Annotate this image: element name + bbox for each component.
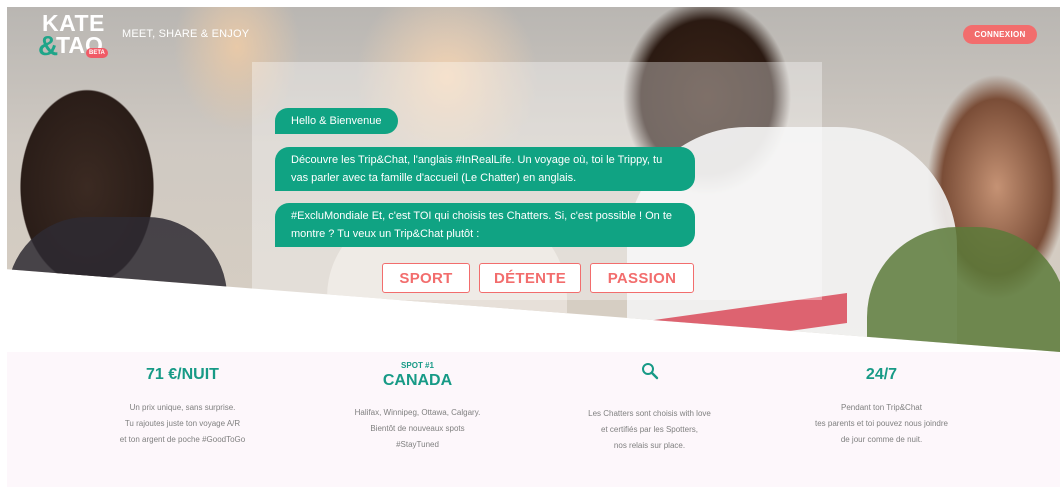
feature-desc: Les Chatters sont choisis with love et c… [518,406,781,454]
choice-passion-button[interactable]: PASSION [590,263,694,293]
feature-desc-line: Un prix unique, sans surprise. [129,403,236,412]
chat-bubble-intro: Découvre les Trip&Chat, l'anglais #InRea… [275,147,695,191]
choice-detente-button[interactable]: DÉTENTE [479,263,581,293]
feature-desc: Halifax, Winnipeg, Ottawa, Calgary. Bien… [286,405,549,453]
beta-badge: BETA [86,48,108,58]
feature-desc-line: de jour comme de nuit. [840,435,923,444]
feature-desc-line: Tu rajoutes juste ton voyage A/R [124,419,241,428]
feature-desc-line: Les Chatters sont choisis with love [588,409,711,418]
feature-desc: Pendant ton Trip&Chat tes parents et toi… [750,400,1013,448]
tagline: MEET, SHARE & ENJOY [122,28,250,40]
connexion-button[interactable]: CONNEXION [963,25,1037,44]
feature-desc-line: #StayTuned [396,440,439,449]
feature-kicker: SPOT #1 [401,361,434,370]
feature-desc-line: et ton argent de poche #GoodToGo [119,435,246,444]
feature-desc-line: et certifiés par les Spotters, [601,425,698,434]
feature-desc-line: nos relais sur place. [613,441,686,450]
feature-support: 24/7 Pendant ton Trip&Chat tes parents e… [750,352,1013,448]
chat-bubble-welcome: Hello & Bienvenue [275,108,398,134]
feature-desc-line: tes parents et toi pouvez nous joindre [815,419,948,428]
feature-spot: SPOT #1 CANADA Halifax, Winnipeg, Ottawa… [286,352,549,453]
features-section: 71 €/NUIT Un prix unique, sans surprise.… [7,352,1060,487]
feature-desc-line: Halifax, Winnipeg, Ottawa, Calgary. [354,408,481,417]
feature-price: 71 €/NUIT Un prix unique, sans surprise.… [51,352,314,448]
feature-title: 71 €/NUIT [146,366,219,383]
feature-desc-line: Bientôt de nouveaux spots [370,424,465,433]
chat-bubble-question: #ExcluMondiale Et, c'est TOI qui choisis… [275,203,695,247]
feature-desc-line: Pendant ton Trip&Chat [841,403,922,412]
logo[interactable]: KATE & TAO BETA [38,10,108,61]
feature-desc: Un prix unique, sans surprise. Tu rajout… [51,400,314,448]
search-icon [641,362,659,380]
feature-chatters: Les Chatters sont choisis with love et c… [518,352,781,454]
choice-sport-button[interactable]: SPORT [382,263,470,293]
feature-icon-wrap [518,362,781,384]
feature-title: CANADA [382,372,453,389]
hero-figure [7,217,227,352]
feature-title: 24/7 [865,366,898,383]
